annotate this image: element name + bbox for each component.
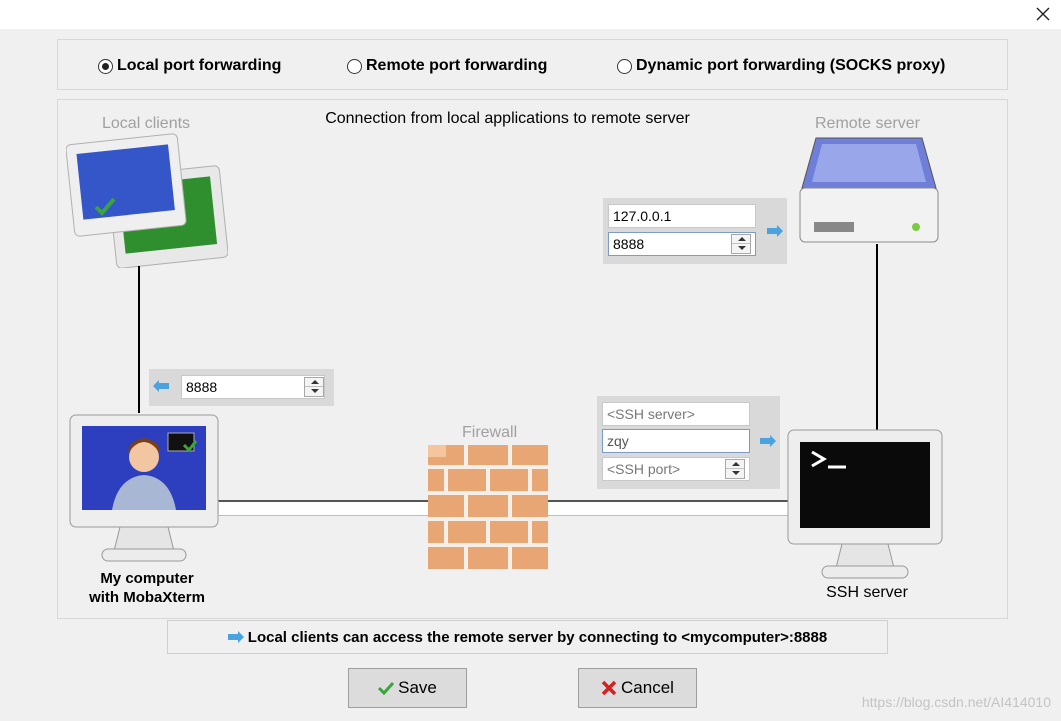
- firewall-label: Firewall: [462, 424, 518, 441]
- arrow-right-icon: [227, 631, 244, 643]
- connector-line: [138, 266, 140, 413]
- forward-mode-panel: Local port forwarding Remote port forwar…: [57, 39, 1008, 90]
- radio-remote-forwarding[interactable]: Remote port forwarding: [347, 57, 547, 75]
- remote-host-input[interactable]: 127.0.0.1: [608, 204, 756, 228]
- arrow-left-icon: [153, 380, 169, 392]
- ssh-server-icon: [787, 429, 943, 579]
- radio-label: Local port forwarding: [117, 57, 282, 74]
- title-bar: [0, 0, 1061, 29]
- ssh-server-label: SSH server: [826, 584, 908, 601]
- cancel-x-icon: [601, 680, 617, 696]
- remote-destination-panel: 127.0.0.1 8888: [603, 198, 787, 264]
- radio-label: Dynamic port forwarding (SOCKS proxy): [636, 57, 946, 74]
- radio-indicator: [347, 58, 362, 74]
- radio-selected-indicator: [98, 58, 113, 74]
- local-port-spinner[interactable]: [304, 377, 324, 397]
- remote-server-icon: [799, 137, 939, 243]
- radio-dynamic-forwarding[interactable]: Dynamic port forwarding (SOCKS proxy): [617, 57, 945, 75]
- close-button[interactable]: [1031, 3, 1055, 25]
- arrow-right-icon: [767, 225, 783, 237]
- radio-label: Remote port forwarding: [366, 57, 548, 74]
- my-computer-icon: [69, 414, 219, 562]
- connector-line: [876, 244, 878, 430]
- ssh-user-input[interactable]: zqy: [602, 429, 750, 453]
- checkmark-icon: [378, 681, 395, 695]
- my-computer-label: My computer with MobaXterm: [89, 570, 205, 606]
- radio-indicator: [617, 58, 632, 74]
- save-button[interactable]: Save: [348, 668, 467, 708]
- save-button-label: Save: [398, 678, 437, 697]
- firewall-icon: [428, 445, 548, 569]
- local-clients-label: Local clients: [102, 115, 191, 132]
- ssh-port-spinner[interactable]: [725, 459, 745, 479]
- info-text: Local clients can access the remote serv…: [247, 628, 828, 646]
- arrow-right-icon: [760, 435, 776, 447]
- info-bar: Local clients can access the remote serv…: [167, 620, 888, 654]
- radio-local-forwarding[interactable]: Local port forwarding: [98, 57, 281, 75]
- cancel-button[interactable]: Cancel: [578, 668, 697, 708]
- local-clients-icon: [66, 133, 228, 268]
- remote-port-spinner[interactable]: [731, 234, 751, 254]
- watermark: https://blog.csdn.net/AI414010: [861, 694, 1051, 710]
- local-port-panel: 8888: [149, 369, 334, 406]
- remote-server-label: Remote server: [815, 115, 920, 132]
- cancel-button-label: Cancel: [621, 678, 674, 697]
- ssh-server-panel: <SSH server> zqy <SSH port>: [597, 396, 780, 489]
- close-icon: [1036, 7, 1050, 21]
- ssh-server-input[interactable]: <SSH server>: [602, 402, 750, 426]
